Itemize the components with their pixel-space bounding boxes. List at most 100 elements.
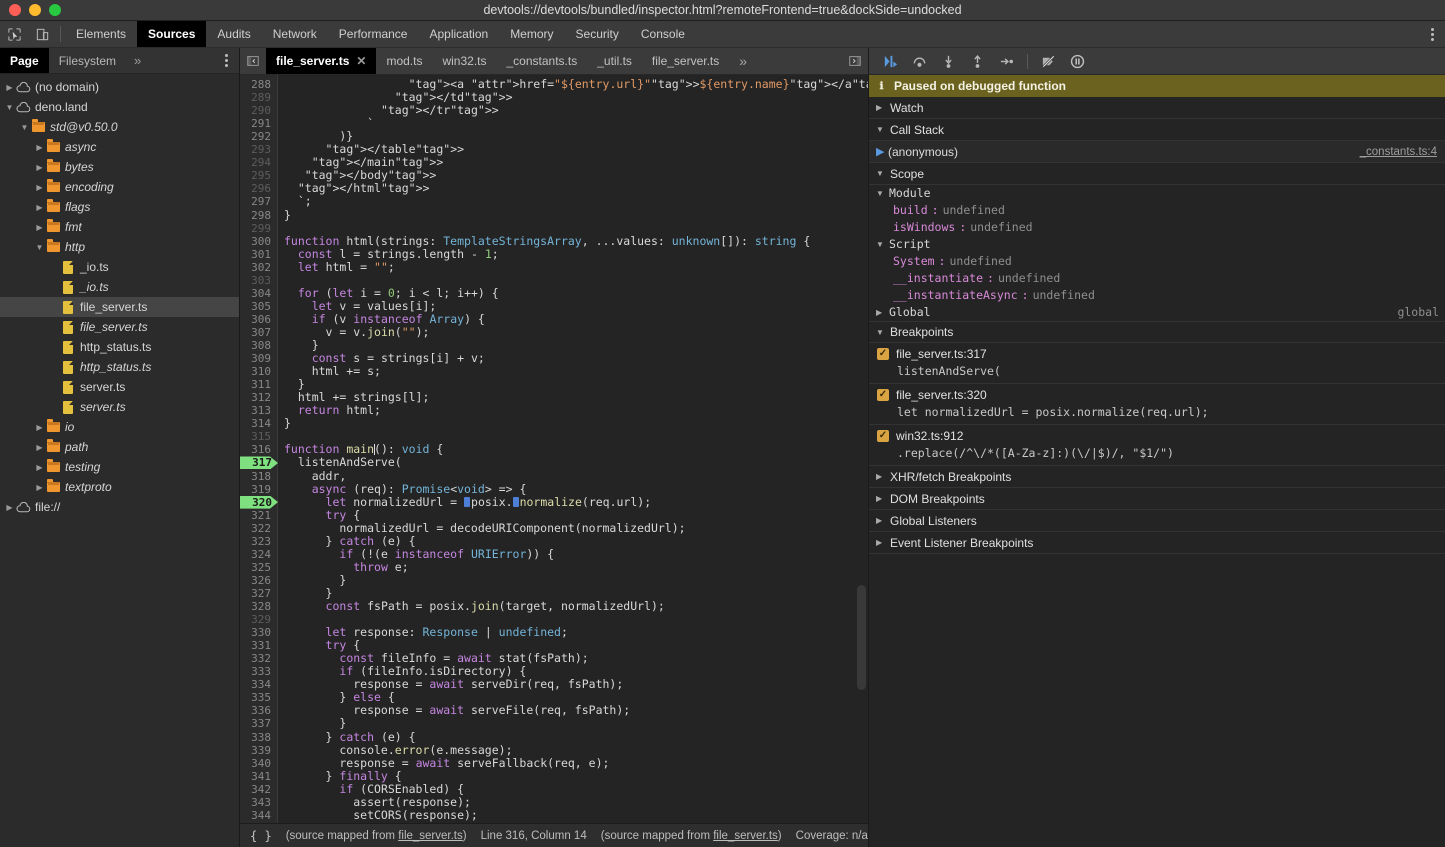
- line-number-293[interactable]: 293: [240, 143, 271, 156]
- line-number-292[interactable]: 292: [240, 130, 271, 143]
- navigator-tab-more-icon[interactable]: »: [126, 48, 149, 73]
- editor-tab-overflow-icon[interactable]: »: [729, 48, 757, 74]
- step-button[interactable]: [993, 50, 1020, 73]
- code-editor[interactable]: 2882892902912922932942952962972982993003…: [240, 75, 868, 823]
- chevron-right-icon[interactable]: [34, 423, 45, 432]
- breakpoint-item[interactable]: ✓file_server.ts:320let normalizedUrl = p…: [869, 384, 1445, 425]
- device-toolbar-icon[interactable]: [28, 21, 56, 47]
- line-number-290[interactable]: 290: [240, 104, 271, 117]
- editor-tab-constants-ts[interactable]: _constants.ts: [497, 48, 588, 74]
- chevron-right-icon[interactable]: [34, 483, 45, 492]
- scope-list[interactable]: Modulebuild:undefinedisWindows:undefined…: [869, 185, 1445, 321]
- line-number-315[interactable]: 315: [240, 430, 271, 443]
- scope-property-instantiate[interactable]: __instantiate:undefined: [869, 270, 1445, 287]
- line-number-323[interactable]: 323: [240, 535, 271, 548]
- line-number-310[interactable]: 310: [240, 365, 271, 378]
- line-number-343[interactable]: 343: [240, 796, 271, 809]
- editor-tab-mod-ts[interactable]: mod.ts: [376, 48, 432, 74]
- breakpoint-location[interactable]: file_server.ts:320: [896, 388, 987, 402]
- inspect-element-icon[interactable]: [0, 21, 28, 47]
- tree-item-fmt[interactable]: fmt: [0, 217, 239, 237]
- scope-property-instantiateAsync[interactable]: __instantiateAsync:undefined: [869, 287, 1445, 304]
- tab-audits[interactable]: Audits: [206, 21, 261, 47]
- section-breakpoints[interactable]: Breakpoints: [869, 321, 1445, 343]
- line-number-340[interactable]: 340: [240, 757, 271, 770]
- tree-item-file[interactable]: file://: [0, 497, 239, 517]
- tree-item-testing[interactable]: testing: [0, 457, 239, 477]
- breakpoint-location[interactable]: file_server.ts:317: [896, 347, 987, 361]
- line-number-327[interactable]: 327: [240, 587, 271, 600]
- line-number-341[interactable]: 341: [240, 770, 271, 783]
- tree-item-textproto[interactable]: textproto: [0, 477, 239, 497]
- breakpoint-checkbox[interactable]: ✓: [877, 430, 889, 442]
- call-stack-frame-location[interactable]: _constants.ts:4: [1360, 146, 1445, 158]
- line-number-326[interactable]: 326: [240, 574, 271, 587]
- section-global-listeners[interactable]: Global Listeners: [869, 510, 1445, 532]
- line-number-308[interactable]: 308: [240, 339, 271, 352]
- line-number-335[interactable]: 335: [240, 691, 271, 704]
- line-number-325[interactable]: 325: [240, 561, 271, 574]
- chevron-right-icon[interactable]: [34, 163, 45, 172]
- line-number-314[interactable]: 314: [240, 417, 271, 430]
- line-number-334[interactable]: 334: [240, 678, 271, 691]
- line-number-302[interactable]: 302: [240, 261, 271, 274]
- line-number-288[interactable]: 288: [240, 78, 271, 91]
- breakpoint-list[interactable]: ✓file_server.ts:317listenAndServe(✓file_…: [869, 343, 1445, 466]
- tab-console[interactable]: Console: [630, 21, 696, 47]
- line-number-336[interactable]: 336: [240, 704, 271, 717]
- line-number-gutter[interactable]: 2882892902912922932942952962972982993003…: [240, 75, 278, 823]
- editor-tab-file-server-ts-2[interactable]: file_server.ts: [642, 48, 729, 74]
- section-watch[interactable]: Watch: [869, 97, 1445, 119]
- pause-on-exceptions-button[interactable]: [1064, 50, 1091, 73]
- chevron-down-icon[interactable]: [4, 103, 15, 112]
- tree-item-flags[interactable]: flags: [0, 197, 239, 217]
- tree-item-server-ts[interactable]: server.ts: [0, 397, 239, 417]
- tree-item-async[interactable]: async: [0, 137, 239, 157]
- line-number-318[interactable]: 318: [240, 470, 271, 483]
- line-number-339[interactable]: 339: [240, 744, 271, 757]
- file-tree[interactable]: (no domain)deno.landstd@v0.50.0asyncbyte…: [0, 74, 239, 847]
- pretty-print-icon[interactable]: { }: [250, 829, 272, 843]
- section-event-listener-breakpoints[interactable]: Event Listener Breakpoints: [869, 532, 1445, 554]
- line-number-309[interactable]: 309: [240, 352, 271, 365]
- tree-item-deno-land[interactable]: deno.land: [0, 97, 239, 117]
- line-number-303[interactable]: 303: [240, 274, 271, 287]
- line-number-296[interactable]: 296: [240, 182, 271, 195]
- chevron-right-icon[interactable]: [34, 443, 45, 452]
- line-number-301[interactable]: 301: [240, 248, 271, 261]
- close-window-button[interactable]: [9, 4, 21, 16]
- chevron-right-icon[interactable]: [34, 463, 45, 472]
- line-number-291[interactable]: 291: [240, 117, 271, 130]
- tab-elements[interactable]: Elements: [65, 21, 137, 47]
- navigator-tab-page[interactable]: Page: [0, 48, 49, 73]
- tab-security[interactable]: Security: [565, 21, 630, 47]
- line-number-331[interactable]: 331: [240, 639, 271, 652]
- breakpoint-location[interactable]: win32.ts:912: [896, 429, 963, 443]
- scope-property-build[interactable]: build:undefined: [869, 202, 1445, 219]
- line-number-300[interactable]: 300: [240, 235, 271, 248]
- chevron-right-icon[interactable]: [34, 203, 45, 212]
- tree-item-encoding[interactable]: encoding: [0, 177, 239, 197]
- editor-tab-file-server-ts[interactable]: file_server.ts ✕: [266, 48, 376, 74]
- line-number-321[interactable]: 321: [240, 509, 271, 522]
- line-number-305[interactable]: 305: [240, 300, 271, 313]
- scope-group-script[interactable]: Script: [869, 236, 1445, 253]
- chevron-down-icon[interactable]: [34, 243, 45, 252]
- line-number-306[interactable]: 306: [240, 313, 271, 326]
- line-number-333[interactable]: 333: [240, 665, 271, 678]
- line-number-307[interactable]: 307: [240, 326, 271, 339]
- editor-tab-win32-ts[interactable]: win32.ts: [432, 48, 496, 74]
- line-number-297[interactable]: 297: [240, 195, 271, 208]
- tab-performance[interactable]: Performance: [328, 21, 419, 47]
- line-number-324[interactable]: 324: [240, 548, 271, 561]
- tab-network[interactable]: Network: [262, 21, 328, 47]
- chevron-right-icon[interactable]: [34, 143, 45, 152]
- close-icon[interactable]: ✕: [356, 54, 366, 68]
- line-number-337[interactable]: 337: [240, 717, 271, 730]
- step-into-button[interactable]: [935, 50, 962, 73]
- section-dom-breakpoints[interactable]: DOM Breakpoints: [869, 488, 1445, 510]
- tree-item-no-domain[interactable]: (no domain): [0, 77, 239, 97]
- line-number-312[interactable]: 312: [240, 391, 271, 404]
- line-number-322[interactable]: 322: [240, 522, 271, 535]
- tab-sources[interactable]: Sources: [137, 21, 206, 47]
